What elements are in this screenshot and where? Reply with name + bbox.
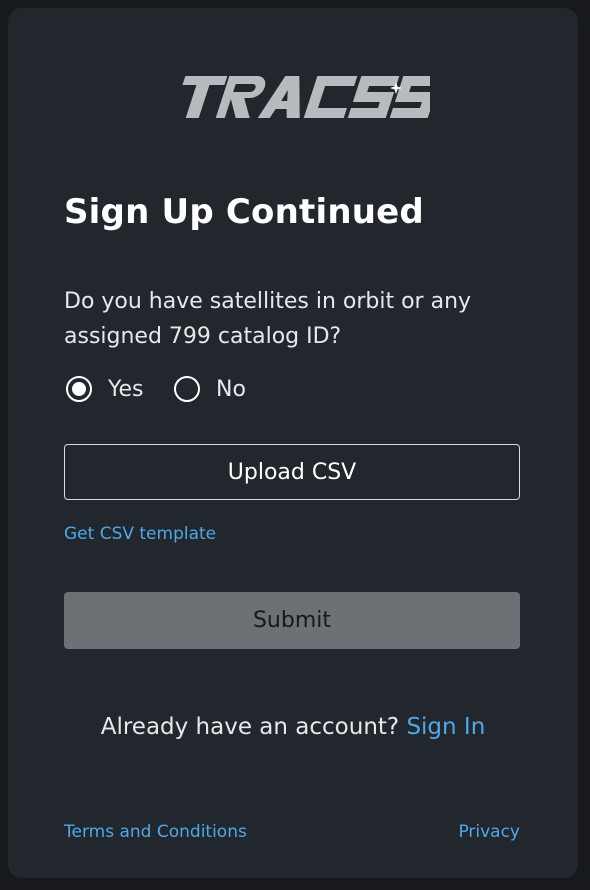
signin-prompt-text: Already have an account? <box>100 714 400 740</box>
privacy-link[interactable]: Privacy <box>458 822 520 842</box>
radio-no[interactable]: No <box>174 372 246 406</box>
radio-selected-icon[interactable] <box>66 376 92 402</box>
tracss-logo <box>182 76 430 118</box>
satellite-question: Do you have satellites in orbit or any a… <box>64 289 472 349</box>
signup-card: Sign Up Continued Do you have satellites… <box>8 8 578 878</box>
page-title: Sign Up Continued <box>64 192 424 232</box>
upload-csv-button[interactable]: Upload CSV <box>64 444 520 500</box>
submit-button[interactable]: Submit <box>64 592 520 649</box>
radio-no-label: No <box>216 376 246 402</box>
terms-link[interactable]: Terms and Conditions <box>64 822 247 842</box>
radio-yes-label: Yes <box>108 376 144 402</box>
sign-in-link[interactable]: Sign In <box>406 714 485 740</box>
signin-prompt-row: Already have an account? Sign In <box>8 714 578 740</box>
radio-unselected-icon[interactable] <box>174 376 200 402</box>
radio-yes[interactable]: Yes <box>66 372 144 406</box>
radio-dot-icon <box>72 382 86 396</box>
get-csv-template-link[interactable]: Get CSV template <box>64 524 216 544</box>
